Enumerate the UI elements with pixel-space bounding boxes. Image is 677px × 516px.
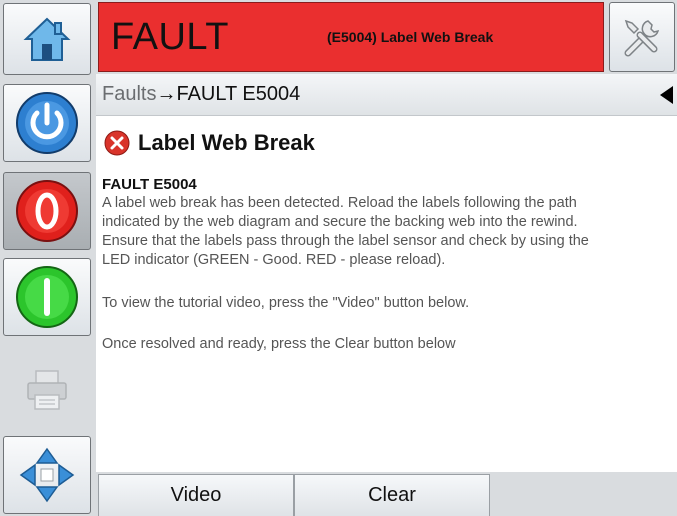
start-icon xyxy=(16,266,78,328)
navigation-arrows-icon xyxy=(19,447,75,503)
stop-button[interactable] xyxy=(3,172,91,250)
fault-status-bar[interactable]: FAULT (E5004) Label Web Break xyxy=(98,2,604,72)
sidebar xyxy=(0,0,96,516)
description-line: indicated by the web diagram and secure … xyxy=(102,214,578,230)
home-button[interactable] xyxy=(3,3,91,75)
video-hint: To view the tutorial video, press the "V… xyxy=(102,295,470,311)
breadcrumb: Faults → FAULT E5004 xyxy=(96,74,677,116)
print-button xyxy=(3,350,91,430)
breadcrumb-separator: → xyxy=(156,83,177,105)
top-bar: FAULT (E5004) Label Web Break xyxy=(96,0,677,74)
printer-icon xyxy=(27,370,67,410)
breadcrumb-current: FAULT E5004 xyxy=(176,83,301,105)
tools-icon xyxy=(624,19,660,57)
clear-hint: Once resolved and ready, press the Clear… xyxy=(102,336,456,352)
fault-message: (E5004) Label Web Break xyxy=(327,29,494,45)
description-line: LED indicator (GREEN - Good. RED - pleas… xyxy=(102,252,446,268)
fault-heading: Label Web Break xyxy=(104,130,315,156)
description-line: A label web break has been detected. Rel… xyxy=(102,195,577,211)
clear-button[interactable]: Clear xyxy=(294,474,490,516)
stop-icon xyxy=(16,180,78,242)
fault-detail-panel: Label Web Break FAULT E5004 A label web … xyxy=(96,116,677,472)
power-icon xyxy=(16,92,78,154)
home-icon xyxy=(23,17,71,61)
power-button[interactable] xyxy=(3,84,91,162)
description-line: Ensure that the labels pass through the … xyxy=(102,233,589,249)
back-arrow-icon[interactable] xyxy=(660,86,673,104)
breadcrumb-parent[interactable]: Faults xyxy=(102,83,156,106)
tools-button[interactable] xyxy=(609,2,675,72)
fault-code: FAULT E5004 xyxy=(102,176,197,193)
error-icon xyxy=(104,130,130,156)
bottom-toolbar: Video Clear xyxy=(96,472,677,516)
start-button[interactable] xyxy=(3,258,91,336)
fault-title: Label Web Break xyxy=(138,130,315,155)
navigation-button[interactable] xyxy=(3,436,91,514)
fault-status-label: FAULT xyxy=(111,15,229,58)
video-button[interactable]: Video xyxy=(98,474,294,516)
